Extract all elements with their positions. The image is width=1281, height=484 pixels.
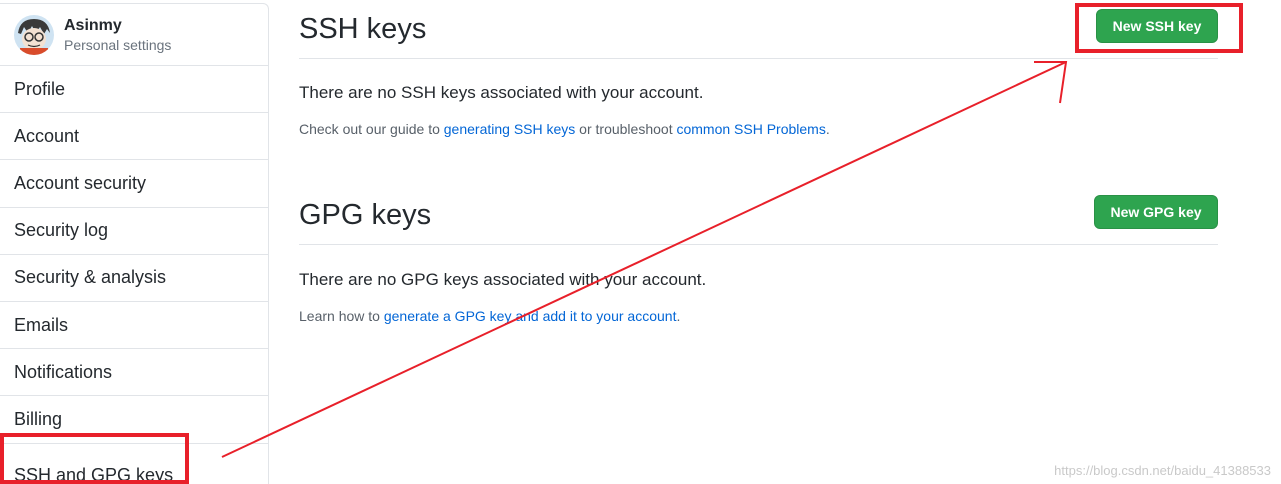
annotation-arrow [221,61,1068,458]
watermark: https://blog.csdn.net/baidu_41388533 [1054,463,1271,478]
